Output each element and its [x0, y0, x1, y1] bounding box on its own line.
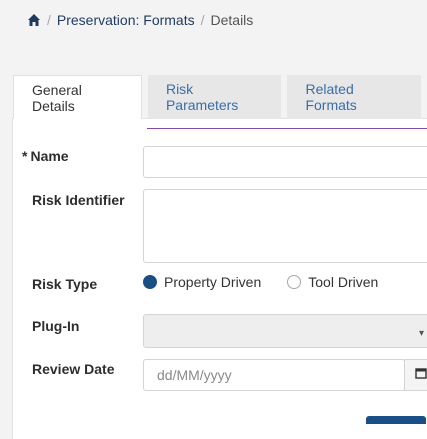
name-label: * Name [22, 148, 69, 164]
risk-type-tool-driven[interactable]: Tool Driven [287, 274, 378, 290]
tab-related-formats[interactable]: Related Formats [287, 75, 421, 119]
risk-type-radio-group: Property Driven Tool Driven [143, 274, 404, 290]
required-marker: * [22, 148, 28, 164]
tab-bar: General Details Risk Parameters Related … [13, 75, 427, 119]
calendar-icon [415, 366, 427, 384]
tab-label: Related Formats [305, 81, 357, 113]
radio-label: Tool Driven [308, 274, 379, 290]
calendar-button[interactable] [404, 359, 427, 391]
name-input[interactable] [143, 146, 427, 178]
breadcrumb: / Preservation: Formats / Details [27, 10, 253, 30]
breadcrumb-link-formats[interactable]: Preservation: Formats [57, 12, 195, 28]
review-date-label: Review Date [32, 361, 115, 377]
tab-general-details[interactable]: General Details [13, 75, 142, 119]
radio-label: Property Driven [164, 274, 262, 290]
tab-label: General Details [32, 81, 82, 114]
risk-identifier-textarea[interactable] [143, 189, 427, 263]
radio-checked-icon[interactable] [143, 275, 157, 289]
plugin-select[interactable] [143, 314, 427, 348]
breadcrumb-separator: / [200, 12, 205, 28]
risk-identifier-label: Risk Identifier [32, 192, 125, 208]
chevron-down-icon[interactable]: ▾ [419, 328, 424, 339]
home-icon[interactable] [27, 13, 41, 27]
tab-label: Risk Parameters [165, 81, 239, 113]
save-button[interactable] [366, 416, 426, 424]
breadcrumb-current: Details [210, 12, 254, 28]
tab-risk-parameters[interactable]: Risk Parameters [147, 75, 282, 119]
risk-type-label: Risk Type [32, 276, 98, 292]
risk-type-property-driven[interactable]: Property Driven [143, 274, 261, 290]
plugin-label: Plug-In [32, 318, 80, 334]
radio-unchecked-icon[interactable] [287, 275, 302, 289]
breadcrumb-separator: / [47, 12, 51, 28]
review-date-input[interactable] [143, 359, 405, 391]
tab-underline [147, 128, 427, 129]
